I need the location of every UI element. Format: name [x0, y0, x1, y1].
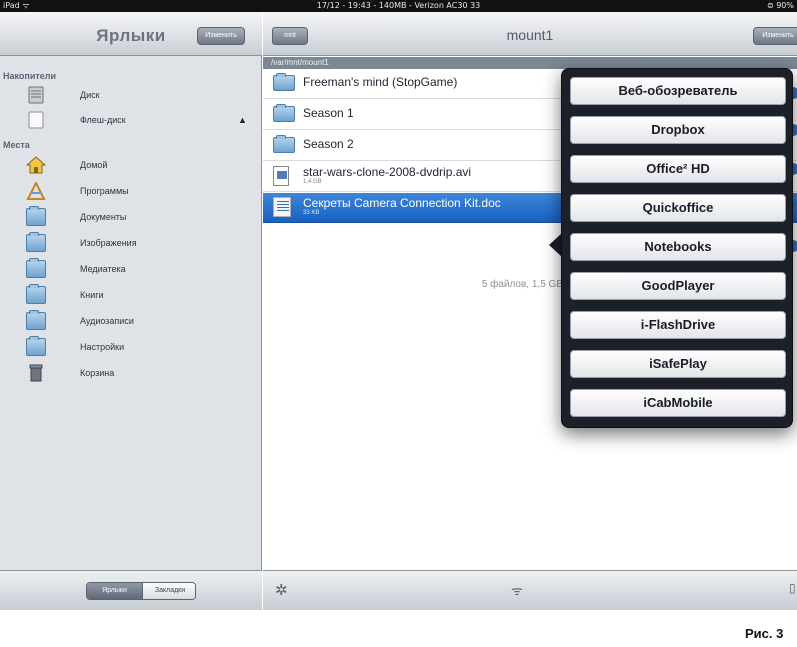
sidebar-item-label: Флеш-диск: [80, 115, 126, 125]
sidebar-item-label: Книги: [80, 290, 104, 300]
tab-shortcuts[interactable]: Ярлыки: [87, 583, 142, 599]
main-header: mnt mount1 Изменить: [263, 12, 797, 56]
battery-indicator: ⊜ 90%: [766, 1, 794, 10]
images-folder-icon: [26, 232, 46, 252]
open-in-office-hd[interactable]: Office² HD: [570, 155, 786, 183]
folder-icon: [273, 73, 295, 91]
sidebar-footer: Ярлыки Закладки: [0, 570, 262, 610]
media-folder-icon: [26, 258, 46, 278]
file-size: 1,4 GB: [303, 179, 322, 185]
flash-drive-icon: [26, 111, 46, 129]
sidebar-item-label: Изображения: [80, 238, 137, 248]
home-icon: [25, 156, 47, 174]
folder-title: mount1: [506, 27, 554, 43]
sidebar-item-label: Диск: [80, 90, 100, 100]
open-in-notebooks[interactable]: Notebooks: [570, 233, 786, 261]
sidebar-item-label: Аудиозаписи: [80, 316, 134, 326]
open-in-i-flashdrive[interactable]: i-FlashDrive: [570, 311, 786, 339]
settings-folder-icon: [26, 336, 46, 356]
section-drives: Накопители: [3, 71, 57, 81]
sidebar-item-trash[interactable]: Корзина: [0, 362, 262, 386]
screenshot-root: iPad ᯤ 17/12 - 19:43 - 140MB - Verizon A…: [0, 0, 797, 647]
tab-bookmarks[interactable]: Закладки: [142, 583, 195, 599]
books-folder-icon: [26, 284, 46, 304]
sidebar-item-documents[interactable]: Документы: [0, 206, 262, 230]
sidebar-edit-button[interactable]: Изменить: [197, 27, 245, 45]
doc-file-icon: [273, 197, 291, 217]
sidebar-item-disk[interactable]: Диск: [0, 84, 262, 108]
file-name: Season 1: [303, 106, 354, 120]
open-in-web-browser[interactable]: Веб-обозреватель: [570, 77, 786, 105]
status-info: 17/12 - 19:43 - 140MB - Verizon AC30 33: [316, 1, 481, 10]
device-icon[interactable]: ▯: [789, 581, 796, 595]
documents-folder-icon: [26, 206, 46, 226]
sidebar-item-label: Документы: [80, 212, 127, 222]
applications-icon: [26, 180, 46, 200]
open-in-goodplayer[interactable]: GoodPlayer: [570, 272, 786, 300]
wifi-icon[interactable]: ᯤ: [511, 581, 523, 599]
folder-summary: 5 файлов, 1,5 GB: [481, 279, 563, 290]
sidebar-item-label: Корзина: [80, 368, 115, 378]
sidebar-item-label: Настройки: [80, 342, 125, 352]
eject-icon[interactable]: ▲: [238, 115, 247, 125]
main-edit-button[interactable]: Изменить: [753, 27, 797, 45]
figure-caption: Рис. 3: [745, 626, 784, 641]
gear-icon[interactable]: ✲: [275, 581, 288, 599]
file-name: Секреты Camera Connection Kit.doc: [303, 196, 501, 210]
folder-icon: [273, 104, 295, 122]
sidebar-header: Ярлыки Изменить: [0, 12, 262, 56]
open-in-quickoffice[interactable]: Quickoffice: [570, 194, 786, 222]
main-toolbar: ✲ ᯤ ▯: [263, 570, 797, 610]
file-name: Season 2: [303, 137, 354, 151]
sidebar-item-images[interactable]: Изображения: [0, 232, 262, 256]
section-places: Места: [3, 140, 30, 150]
sidebar-item-media-library[interactable]: Медиатека: [0, 258, 262, 282]
file-size: 33 KB: [303, 210, 320, 216]
sidebar-item-audio[interactable]: Аудиозаписи: [0, 310, 262, 334]
status-bar: iPad ᯤ 17/12 - 19:43 - 140MB - Verizon A…: [0, 0, 797, 12]
sidebar-item-home[interactable]: Домой: [0, 154, 262, 178]
sidebar-item-books[interactable]: Книги: [0, 284, 262, 308]
sidebar: Ярлыки Изменить Накопители Диск Флеш-дис…: [0, 12, 262, 610]
sidebar-item-flash-drive[interactable]: Флеш-диск ▲: [0, 109, 262, 133]
file-name: star-wars-clone-2008-dvdrip.avi: [303, 165, 472, 179]
sidebar-item-settings[interactable]: Настройки: [0, 336, 262, 360]
open-in-dropbox[interactable]: Dropbox: [570, 116, 786, 144]
sidebar-item-applications[interactable]: Программы: [0, 180, 262, 204]
open-in-popover: Веб-обозреватель Dropbox Office² HD Quic…: [561, 68, 793, 428]
hard-disk-icon: [26, 86, 46, 104]
sidebar-item-label: Медиатека: [80, 264, 126, 274]
open-in-isafeplay[interactable]: iSafePlay: [570, 350, 786, 378]
sidebar-segmented-control: Ярлыки Закладки: [86, 582, 196, 600]
sidebar-item-label: Домой: [80, 160, 108, 170]
audio-folder-icon: [26, 310, 46, 330]
trash-icon: [26, 364, 46, 382]
sidebar-item-label: Программы: [80, 186, 129, 196]
open-in-icabmobile[interactable]: iCabMobile: [570, 389, 786, 417]
file-name: Freeman's mind (StopGame): [303, 75, 458, 89]
video-file-icon: [273, 166, 289, 186]
folder-icon: [273, 135, 295, 153]
